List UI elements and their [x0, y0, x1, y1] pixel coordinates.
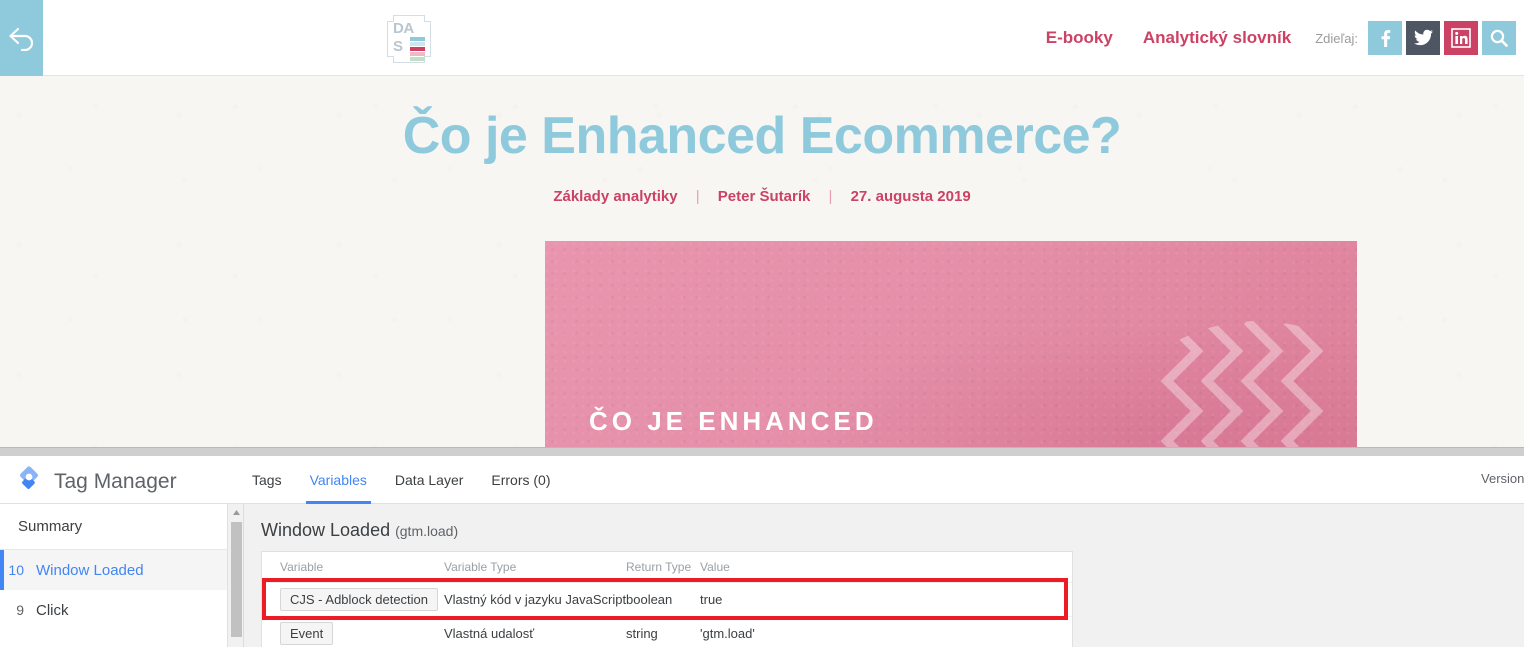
linkedin-share-button[interactable]	[1444, 21, 1478, 55]
nav-link-analyticky-slovnik[interactable]: Analytický slovník	[1143, 28, 1291, 48]
screen-root: DA S E-booky Analytický slovník Zdieľaj:	[0, 0, 1524, 647]
cell-variable-type: Vlastná udalosť	[444, 626, 535, 641]
variable-chip-adblock[interactable]: CJS - Adblock detection	[280, 588, 439, 611]
version-label: Version:	[1481, 471, 1524, 486]
search-icon	[1489, 28, 1509, 48]
variables-content: Window Loaded (gtm.load) Variable Variab…	[245, 504, 1524, 647]
column-header-return-type: Return Type	[626, 560, 692, 574]
sidebar-item-window-loaded[interactable]: 10 Window Loaded	[0, 550, 227, 590]
meta-separator-2: |	[828, 188, 833, 205]
content-heading-event: (gtm.load)	[395, 523, 459, 539]
site-logo[interactable]: DA S	[386, 14, 432, 64]
variables-table: Variable Variable Type Return Type Value…	[261, 551, 1073, 647]
cell-return-type: boolean	[626, 592, 673, 607]
article-meta: Základy analytiky | Peter Šutarík | 27. …	[0, 188, 1524, 205]
tag-manager-title: Tag Manager	[54, 469, 177, 493]
sidebar-item-click[interactable]: 9 Click	[0, 590, 227, 630]
column-header-variable: Variable	[280, 560, 324, 574]
panel-resize-divider[interactable]	[0, 447, 1524, 456]
tag-manager-logo-icon	[14, 464, 44, 499]
event-number: 9	[16, 602, 24, 618]
logo-line-1: DA	[393, 20, 414, 37]
tag-manager-brand: Tag Manager	[14, 464, 177, 499]
header-nav: E-booky Analytický slovník Zdieľaj:	[1046, 0, 1524, 76]
cell-value: 'gtm.load'	[700, 626, 755, 641]
logo-frame-icon: DA S	[387, 15, 431, 63]
tab-variables[interactable]: Variables	[296, 456, 381, 504]
content-heading-text: Window Loaded	[261, 520, 391, 540]
sidebar-item-summary[interactable]: Summary	[0, 504, 227, 550]
article-body: Čo je Enhanced Ecommerce? Základy analyt…	[0, 76, 1524, 447]
column-header-value: Value	[700, 560, 730, 574]
hero-headline: ČO JE ENHANCED	[589, 406, 878, 436]
logo-color-bars	[410, 37, 425, 62]
tag-manager-tabs: Tags Variables Data Layer Errors (0)	[238, 456, 565, 504]
event-sidebar: Summary 10 Window Loaded 9 Click	[0, 504, 228, 647]
tag-manager-preview-panel: Tag Manager Tags Variables Data Layer Er…	[0, 456, 1524, 647]
hero-chevron-pattern-icon	[1160, 321, 1324, 447]
page-title: Čo je Enhanced Ecommerce?	[402, 107, 1122, 165]
tab-errors[interactable]: Errors (0)	[477, 456, 564, 504]
back-arrow-icon	[7, 25, 37, 51]
site-header: DA S E-booky Analytický slovník Zdieľaj:	[0, 0, 1524, 76]
facebook-share-button[interactable]	[1368, 21, 1402, 55]
meta-category[interactable]: Základy analytiky	[553, 188, 677, 205]
event-number: 10	[8, 562, 24, 578]
cell-return-type: string	[626, 626, 658, 641]
search-button[interactable]	[1482, 21, 1516, 55]
share-label: Zdieľaj:	[1315, 30, 1358, 46]
tag-manager-topbar: Tag Manager Tags Variables Data Layer Er…	[0, 456, 1524, 504]
variable-chip-event[interactable]: Event	[280, 622, 334, 645]
meta-date[interactable]: 27. augusta 2019	[851, 188, 971, 205]
sidebar-scrollbar[interactable]	[228, 504, 244, 647]
nav-link-ebooky[interactable]: E-booky	[1046, 28, 1113, 48]
table-row[interactable]: CJS - Adblock detection Vlastný kód v ja…	[262, 582, 1072, 616]
tag-manager-body: Summary 10 Window Loaded 9 Click Window …	[0, 504, 1524, 647]
twitter-icon	[1413, 29, 1433, 47]
meta-separator-1: |	[695, 188, 700, 205]
scrollbar-thumb[interactable]	[231, 522, 242, 637]
cell-value: true	[700, 592, 723, 607]
back-button[interactable]	[0, 0, 43, 76]
scroll-up-arrow-icon[interactable]	[228, 504, 244, 520]
linkedin-icon	[1450, 27, 1472, 49]
table-header-row: Variable Variable Type Return Type Value	[262, 552, 1072, 582]
tab-tags[interactable]: Tags	[238, 456, 296, 504]
article-hero-image: ČO JE ENHANCED	[545, 241, 1357, 447]
tab-data-layer[interactable]: Data Layer	[381, 456, 477, 504]
event-label: Click	[36, 601, 69, 619]
twitter-share-button[interactable]	[1406, 21, 1440, 55]
content-heading: Window Loaded (gtm.load)	[245, 504, 1524, 555]
cell-variable-type: Vlastný kód v jazyku JavaScript	[444, 592, 626, 607]
event-label: Window Loaded	[36, 561, 144, 579]
table-row[interactable]: Event Vlastná udalosť string 'gtm.load'	[262, 616, 1072, 647]
meta-author[interactable]: Peter Šutarík	[718, 188, 811, 205]
column-header-variable-type: Variable Type	[444, 560, 517, 574]
facebook-icon	[1376, 29, 1394, 47]
